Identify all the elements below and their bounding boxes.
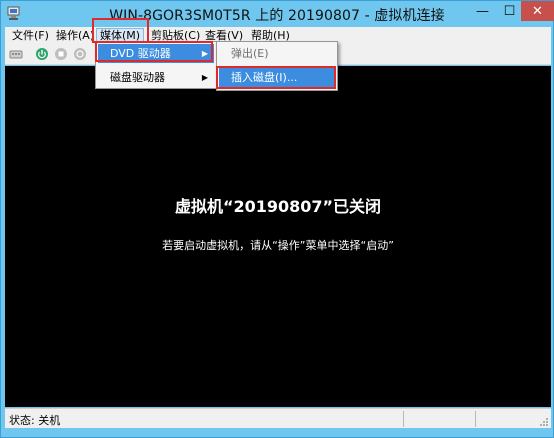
menu-action[interactable]: 操作(A) xyxy=(53,28,97,44)
submenu-arrow-icon: ▶ xyxy=(201,49,208,58)
stop-icon[interactable] xyxy=(54,47,68,61)
vm-start-hint: 若要启动虚拟机，请从“操作”菜单中选择“启动” xyxy=(162,239,394,252)
shutdown-icon[interactable] xyxy=(73,47,87,61)
minimize-button[interactable]: — xyxy=(469,1,496,21)
status-divider xyxy=(475,411,476,427)
status-text: 状态: 关机 xyxy=(9,414,61,427)
menu-file[interactable]: 文件(F) xyxy=(9,28,52,44)
start-icon[interactable] xyxy=(35,47,49,61)
vm-off-message: 虚拟机“20190807”已关闭 xyxy=(174,197,382,216)
media-dropdown-menu: DVD 驱动器 ▶ 磁盘驱动器 ▶ xyxy=(95,41,217,89)
close-button[interactable]: ✕ xyxy=(521,1,554,21)
menu-item-disk-drive[interactable]: 磁盘驱动器 ▶ xyxy=(98,68,214,87)
ctrl-alt-del-icon[interactable] xyxy=(9,47,23,61)
status-divider xyxy=(403,411,404,427)
menu-item-label: 磁盘驱动器 xyxy=(110,71,165,84)
dvd-submenu: 弹出(E) 插入磁盘(I)... xyxy=(216,41,338,91)
menu-item-dvd-drive[interactable]: DVD 驱动器 ▶ xyxy=(98,44,214,63)
title-bar[interactable]: WIN-8GOR3SM0T5R 上的 20190807 - 虚拟机连接 — ☐ … xyxy=(1,1,554,27)
resize-grip-icon[interactable] xyxy=(539,417,549,427)
menu-item-insert-disk[interactable]: 插入磁盘(I)... xyxy=(219,68,335,87)
vm-display[interactable]: 虚拟机“20190807”已关闭 若要启动虚拟机，请从“操作”菜单中选择“启动” xyxy=(5,66,551,407)
menu-item-eject[interactable]: 弹出(E) xyxy=(219,44,335,63)
menu-item-label: DVD 驱动器 xyxy=(110,47,171,60)
status-bar: 状态: 关机 xyxy=(5,408,551,428)
submenu-arrow-icon: ▶ xyxy=(201,73,208,82)
maximize-button[interactable]: ☐ xyxy=(496,1,523,21)
